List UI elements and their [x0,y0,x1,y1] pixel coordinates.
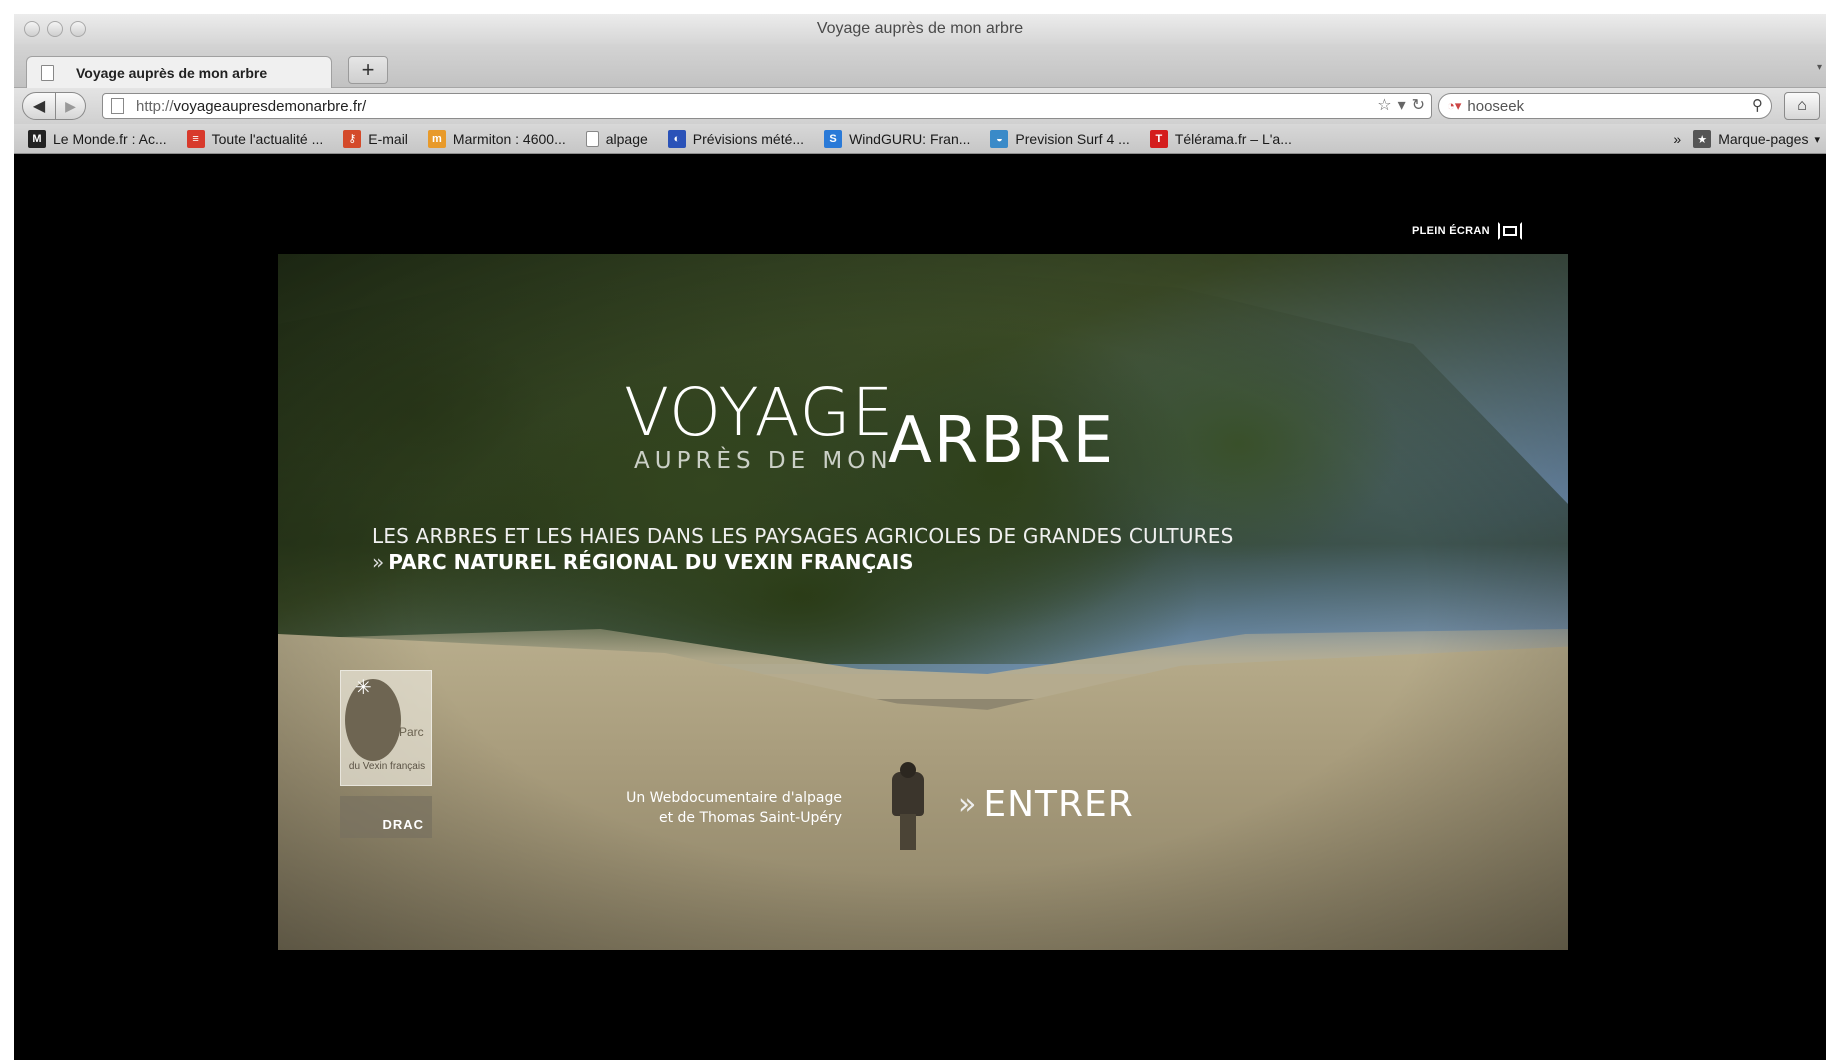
search-bar[interactable]: ◔▾ hooseek ⚲ [1438,93,1772,119]
tab-label: Voyage auprès de mon arbre [76,64,268,81]
subtitle-park-label: PARC NATUREL RÉGIONAL DU VEXIN FRANÇAIS [388,550,914,574]
bookmark-favicon-icon: ≡ [186,129,205,148]
forward-button[interactable]: ▶ [56,92,86,120]
drac-logo[interactable]: DRAC [340,796,432,838]
bookmark-star-icon[interactable]: ☆ [1377,95,1391,115]
bookmark-favicon-icon: ◐ [667,129,686,148]
bookmark-item[interactable]: ⚷ E-mail [343,129,408,148]
tab-active[interactable]: Voyage auprès de mon arbre [26,56,332,88]
legs-shape [900,814,916,850]
bookmark-label: alpage [605,130,648,147]
bookmark-item[interactable]: ◒ Prevision Surf 4 ... [990,129,1130,148]
history-buttons: ◀ ▶ [22,92,88,120]
bookmark-label: E-mail [368,130,408,147]
chevron-right-icon: » [958,787,978,822]
close-window-button[interactable] [24,21,40,37]
logo-star-icon: ✳ [355,677,372,699]
site-identity-icon[interactable] [111,98,124,114]
minimize-window-button[interactable] [47,21,63,37]
site-title-aupres: AUPRÈS DE MON [634,448,893,474]
new-tab-button[interactable]: + [348,56,388,84]
forward-arrow-icon: ▶ [65,97,76,114]
bookmarks-menu-button[interactable]: Marque-pages [1718,131,1808,147]
home-icon: ⌂ [1797,97,1807,114]
bookmark-favicon-icon: S [824,129,843,148]
bookmark-item[interactable]: m Marmiton : 4600... [427,129,566,148]
logo-emblem [345,679,401,761]
bookmark-item[interactable]: ◐ Prévisions mété... [667,129,805,148]
url-protocol: http:// [136,97,174,115]
reload-icon[interactable]: ↻ [1412,95,1425,115]
back-button[interactable]: ◀ [22,92,56,120]
bookmarks-right: » ★ Marque-pages ▾ [1673,124,1820,154]
drac-label: DRAC [382,817,424,832]
back-arrow-icon: ◀ [32,98,46,115]
bookmark-favicon-icon: m [427,129,446,148]
bookmark-label: Marmiton : 4600... [452,130,566,147]
bookmarks-menu-dropdown-icon[interactable]: ▾ [1814,133,1820,146]
page-icon [41,64,54,81]
bookmark-favicon-icon: ⚷ [343,129,362,148]
hiker-figure [886,762,930,852]
bookmark-favicon-icon: ◒ [990,129,1009,148]
enter-label: ENTRER [983,784,1134,825]
address-bar[interactable]: http://voyageaupresdemonarbre.fr/ ☆ ▾ ↻ [102,93,1432,119]
logo-parc-text: du Vexin français [348,761,426,772]
bookmark-label: Télérama.fr – L'a... [1174,130,1292,147]
credit-line-2: et de Thomas Saint-Upéry [658,810,842,826]
bookmark-favicon-icon: T [1149,129,1168,148]
enter-button[interactable]: » ENTRER [958,784,1134,825]
site-title-voyage: VOYAGE [624,374,895,451]
address-bar-tools: ☆ ▾ ↻ [1377,95,1425,115]
hero-banner: VOYAGE AUPRÈS DE MON ARBRE LES ARBRES ET… [278,254,1568,950]
bookmark-label: Toute l'actualité ... [211,130,324,147]
window-controls [24,21,86,37]
subtitle-theme: LES ARBRES ET LES HAIES DANS LES PAYSAGE… [372,524,1234,548]
backpack-shape [892,772,924,816]
head-shape [900,762,916,778]
url-history-dropdown-icon[interactable]: ▾ [1398,95,1406,115]
home-button[interactable]: ⌂ [1784,92,1820,120]
bookmark-item[interactable]: T Télérama.fr – L'a... [1149,129,1292,148]
search-input[interactable]: hooseek [1467,98,1524,115]
credits: Un Webdocumentaire d'alpage et de Thomas… [578,788,842,828]
bookmarks-toolbar: M Le Monde.fr : Ac... ≡ Toute l'actualité .… [14,124,1826,154]
url-text[interactable]: voyageaupresdemonarbre.fr/ [174,98,367,115]
fullscreen-button[interactable]: PLEIN ÉCRAN [1412,222,1522,240]
fullscreen-icon [1497,222,1522,240]
bookmark-label: WindGURU: Fran... [849,130,971,147]
parc-naturel-logo[interactable]: ✳ Parc du Vexin français [340,670,432,786]
bookmark-item[interactable]: M Le Monde.fr : Ac... [28,129,167,148]
fullscreen-label: PLEIN ÉCRAN [1412,225,1490,237]
chevron-right-icon: » [372,550,385,574]
bookmark-item[interactable]: alpage [585,130,648,147]
bookmark-item[interactable]: S WindGURU: Fran... [824,129,971,148]
window-title: Voyage auprès de mon arbre [816,20,1024,37]
bookmark-label: Le Monde.fr : Ac... [53,130,167,147]
search-icon[interactable]: ⚲ [1752,96,1763,114]
plus-icon: + [361,57,375,82]
bookmark-favicon-icon [585,130,599,147]
bookmark-label: Prevision Surf 4 ... [1015,130,1130,147]
credit-line-1: Un Webdocumentaire d'alpage [626,790,842,806]
site-title-arbre: ARBRE [888,404,1116,478]
bookmark-favicon-icon: M [28,129,46,148]
subtitle-park: » PARC NATUREL RÉGIONAL DU VEXIN FRANÇAIS [372,550,914,574]
bookmark-item[interactable]: ≡ Toute l'actualité ... [186,129,324,148]
tab-bar: Voyage auprès de mon arbre + ▾ [14,44,1826,88]
bookmarks-menu-icon: ★ [1693,130,1712,148]
logo-parc-title: Parc [399,725,424,739]
title-bar: Voyage auprès de mon arbre [14,14,1826,44]
search-engine-icon[interactable]: ◔▾ [1447,98,1461,114]
navigation-toolbar: ◀ ▶ http://voyageaupresdemonarbre.fr/ ☆ … [14,88,1826,124]
tab-list-dropdown-icon[interactable]: ▾ [1817,62,1822,73]
bookmark-label: Prévisions mété... [692,130,805,147]
zoom-window-button[interactable] [70,21,86,37]
bookmarks-overflow-button[interactable]: » [1673,131,1681,147]
